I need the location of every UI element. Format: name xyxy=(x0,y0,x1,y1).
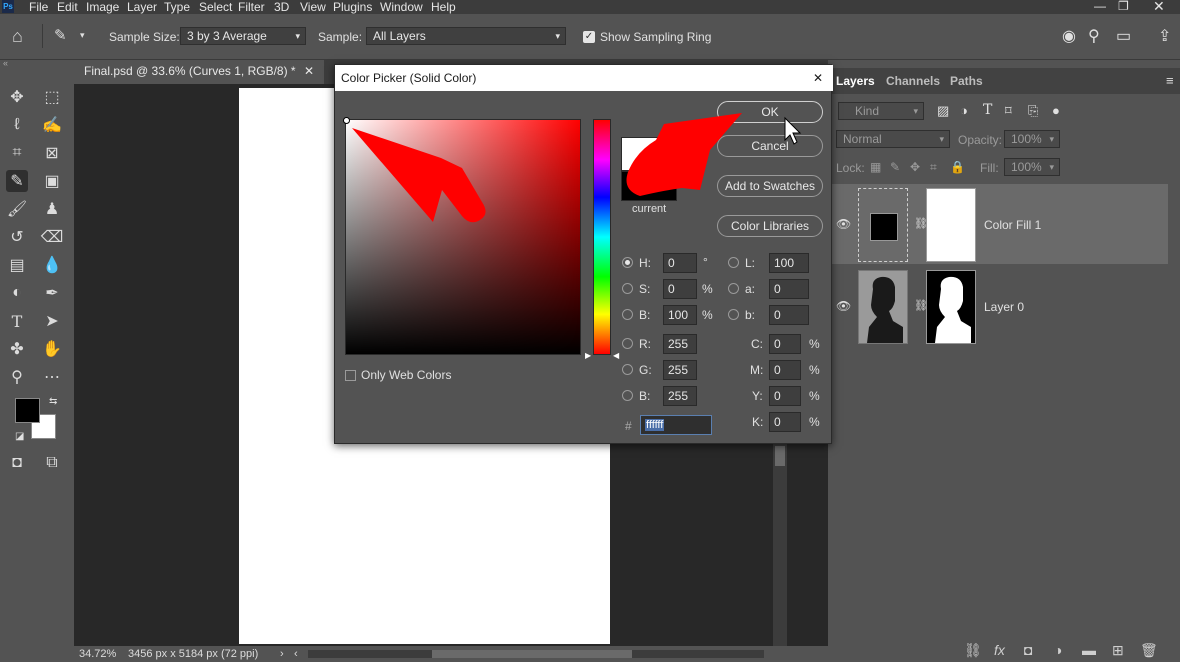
mouse-cursor-icon xyxy=(784,116,802,145)
foreground-color-swatch[interactable] xyxy=(15,398,40,423)
annotation-arrows xyxy=(352,113,802,223)
arrow-to-ok-button xyxy=(626,113,742,196)
arrow-to-color-field xyxy=(352,128,486,223)
